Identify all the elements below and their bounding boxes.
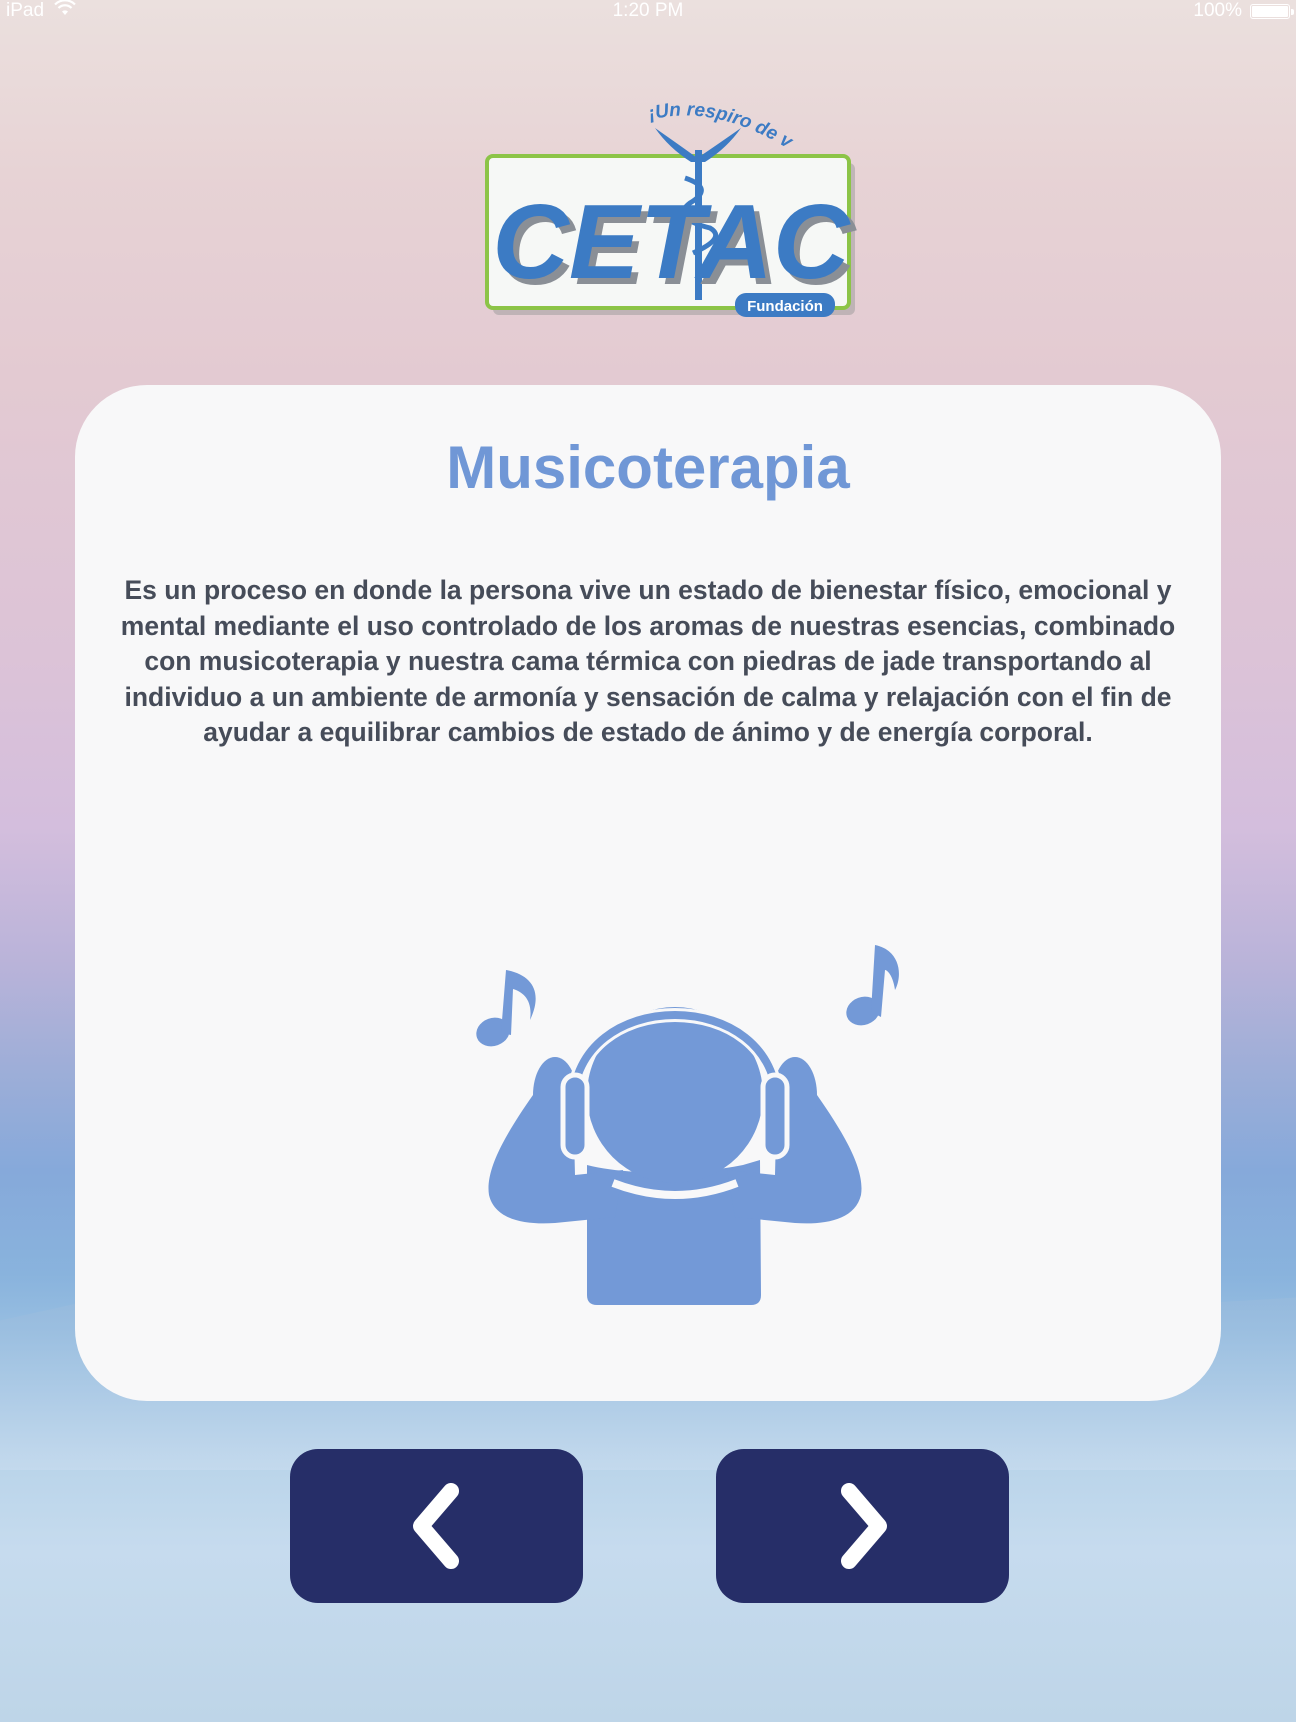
next-button[interactable]: [716, 1449, 1009, 1603]
previous-button[interactable]: [290, 1449, 583, 1603]
chevron-right-icon: [840, 1483, 887, 1569]
svg-text:Fundación: Fundación: [747, 298, 823, 315]
status-time: 1:20 PM: [612, 0, 684, 21]
content-card: Musicoterapia Es un proceso en donde la …: [75, 385, 1221, 1401]
page-title: Musicoterapia: [446, 434, 850, 501]
svg-text:CETAC: CETAC: [492, 183, 851, 301]
battery-percentage: 100%: [1193, 0, 1242, 21]
cetac-logo: ¡Un respiro de vida! CETAC CETAC Fundaci…: [459, 72, 875, 328]
battery-icon: [1250, 3, 1294, 19]
svg-text:¡Un respiro de vida!: ¡Un respiro de vida!: [465, 88, 797, 154]
person-with-headphones-icon: [445, 945, 905, 1305]
status-bar: iPad 1:20 PM 100%: [0, 0, 1296, 26]
description-text: Es un proceso en donde la persona vive u…: [120, 575, 1176, 747]
chevron-left-icon: [412, 1483, 459, 1569]
